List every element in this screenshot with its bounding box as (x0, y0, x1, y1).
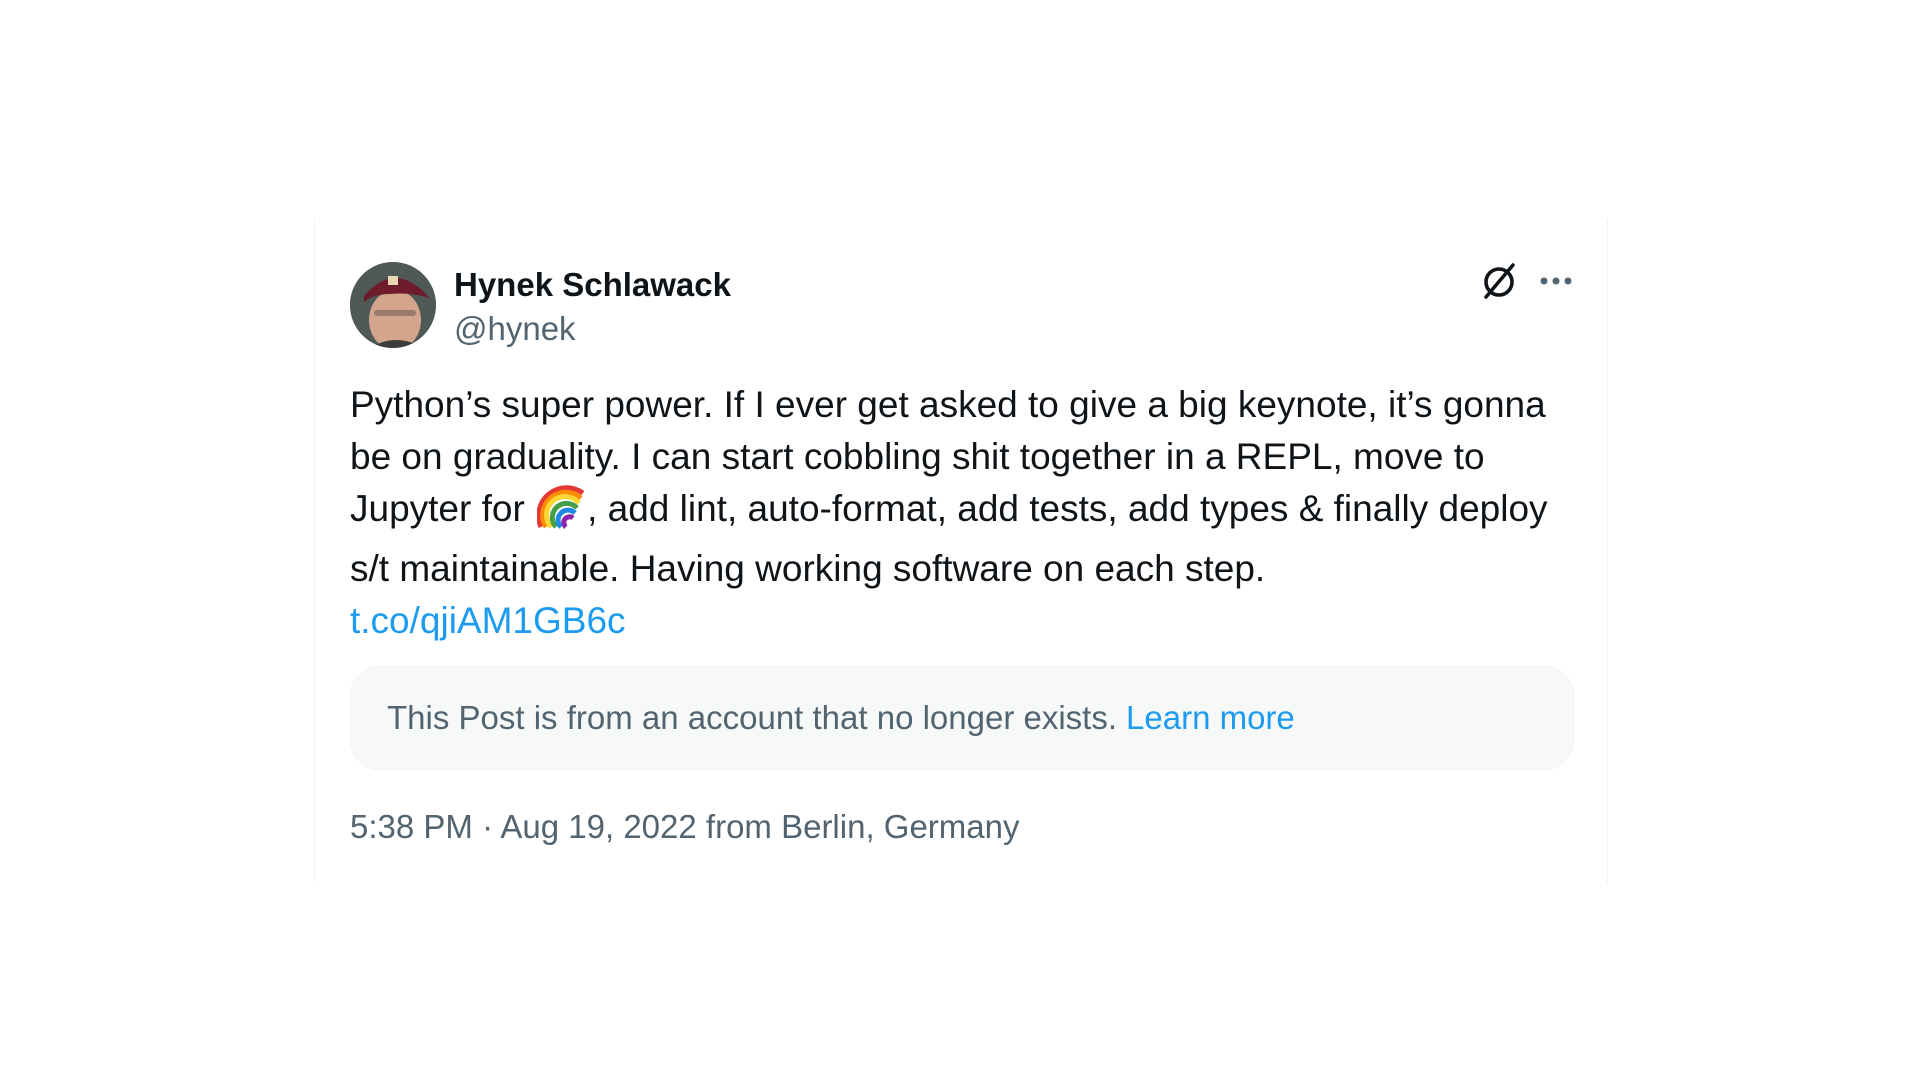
post-card: Hynek Schlawack @hynek Python’s super po… (314, 219, 1608, 884)
post-text-part2: , add lint, auto-format, add tests, add … (350, 488, 1548, 589)
post-header-actions (1479, 261, 1573, 301)
more-options-icon[interactable] (1539, 275, 1573, 287)
post-link[interactable]: t.co/qjiAM1GB6c (350, 595, 1590, 647)
author-handle[interactable]: @hynek (454, 309, 576, 349)
rainbow-icon (536, 485, 585, 543)
learn-more-link[interactable]: Learn more (1126, 699, 1295, 737)
x-logo-icon[interactable] (1479, 261, 1519, 301)
post-timestamp[interactable]: 5:38 PM · Aug 19, 2022 from Berlin, Germ… (350, 807, 1020, 847)
post-text: Python’s super power. If I ever get aske… (350, 379, 1590, 647)
author-name[interactable]: Hynek Schlawack (454, 265, 731, 305)
avatar[interactable] (350, 262, 436, 348)
deleted-account-notice: This Post is from an account that no lon… (350, 666, 1574, 770)
notice-message: This Post is from an account that no lon… (387, 699, 1118, 736)
